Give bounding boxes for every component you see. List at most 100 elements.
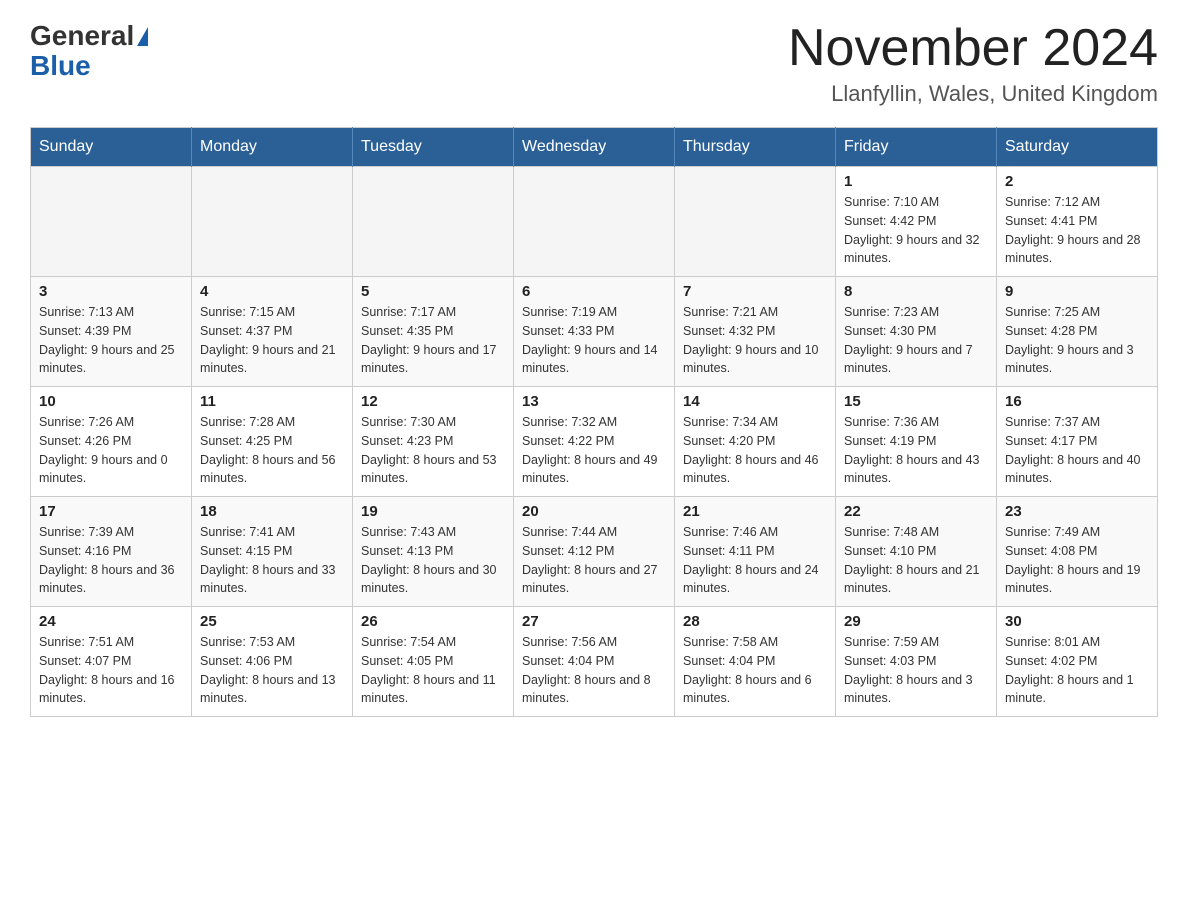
- day-number: 24: [39, 613, 183, 630]
- calendar-cell: 5 Sunrise: 7:17 AMSunset: 4:35 PMDaylight…: [353, 277, 514, 387]
- day-number: 27: [522, 613, 666, 630]
- day-number: 21: [683, 503, 827, 520]
- day-info: Sunrise: 8:01 AMSunset: 4:02 PMDaylight:…: [1005, 633, 1149, 708]
- calendar-cell: 21 Sunrise: 7:46 AMSunset: 4:11 PMDayligh…: [675, 497, 836, 607]
- day-number: 17: [39, 503, 183, 520]
- calendar-cell: 13 Sunrise: 7:32 AMSunset: 4:22 PMDayligh…: [514, 387, 675, 497]
- title-area: November 2024 Llanfyllin, Wales, United …: [788, 20, 1158, 107]
- logo-blue-part: Blue: [30, 50, 91, 82]
- day-info: Sunrise: 7:36 AMSunset: 4:19 PMDaylight:…: [844, 413, 988, 488]
- day-number: 14: [683, 393, 827, 410]
- calendar-cell: 8Sunrise: 7:23 AMSunset: 4:30 PMDaylight…: [836, 277, 997, 387]
- calendar-cell: [353, 167, 514, 277]
- calendar-cell: 23 Sunrise: 7:49 AMSunset: 4:08 PMDayligh…: [997, 497, 1158, 607]
- day-info: Sunrise: 7:32 AMSunset: 4:22 PMDaylight:…: [522, 413, 666, 488]
- day-info: Sunrise: 7:37 AMSunset: 4:17 PMDaylight:…: [1005, 413, 1149, 488]
- calendar-cell: 18 Sunrise: 7:41 AMSunset: 4:15 PMDayligh…: [192, 497, 353, 607]
- calendar-cell: 7 Sunrise: 7:21 AMSunset: 4:32 PMDaylight…: [675, 277, 836, 387]
- calendar-week-row: 10 Sunrise: 7:26 AMSunset: 4:26 PMDayligh…: [31, 387, 1158, 497]
- weekday-header-monday: Monday: [192, 128, 353, 167]
- day-number: 5: [361, 283, 505, 300]
- calendar-cell: [514, 167, 675, 277]
- day-info: Sunrise: 7:28 AMSunset: 4:25 PMDaylight:…: [200, 413, 344, 488]
- day-number: 4: [200, 283, 344, 300]
- calendar-cell: 30 Sunrise: 8:01 AMSunset: 4:02 PMDayligh…: [997, 607, 1158, 717]
- day-number: 19: [361, 503, 505, 520]
- calendar-cell: 10 Sunrise: 7:26 AMSunset: 4:26 PMDayligh…: [31, 387, 192, 497]
- day-info: Sunrise: 7:10 AMSunset: 4:42 PMDaylight:…: [844, 193, 988, 268]
- day-number: 26: [361, 613, 505, 630]
- calendar-cell: 9 Sunrise: 7:25 AMSunset: 4:28 PMDaylight…: [997, 277, 1158, 387]
- day-number: 23: [1005, 503, 1149, 520]
- calendar-header-row: SundayMondayTuesdayWednesdayThursdayFrid…: [31, 128, 1158, 167]
- day-number: 9: [1005, 283, 1149, 300]
- day-info: Sunrise: 7:17 AMSunset: 4:35 PMDaylight:…: [361, 303, 505, 378]
- logo-general-part: General: [30, 20, 134, 52]
- calendar-table: SundayMondayTuesdayWednesdayThursdayFrid…: [30, 127, 1158, 717]
- day-info: Sunrise: 7:49 AMSunset: 4:08 PMDaylight:…: [1005, 523, 1149, 598]
- calendar-cell: [675, 167, 836, 277]
- day-number: 28: [683, 613, 827, 630]
- calendar-title: November 2024: [788, 20, 1158, 77]
- day-number: 30: [1005, 613, 1149, 630]
- calendar-cell: 1 Sunrise: 7:10 AMSunset: 4:42 PMDaylight…: [836, 167, 997, 277]
- day-info: Sunrise: 7:39 AMSunset: 4:16 PMDaylight:…: [39, 523, 183, 598]
- day-info: Sunrise: 7:12 AMSunset: 4:41 PMDaylight:…: [1005, 193, 1149, 268]
- day-number: 13: [522, 393, 666, 410]
- day-info: Sunrise: 7:53 AMSunset: 4:06 PMDaylight:…: [200, 633, 344, 708]
- day-number: 25: [200, 613, 344, 630]
- weekday-header-sunday: Sunday: [31, 128, 192, 167]
- calendar-cell: 26 Sunrise: 7:54 AMSunset: 4:05 PMDayligh…: [353, 607, 514, 717]
- day-number: 11: [200, 393, 344, 410]
- calendar-cell: 19 Sunrise: 7:43 AMSunset: 4:13 PMDayligh…: [353, 497, 514, 607]
- calendar-cell: 28 Sunrise: 7:58 AMSunset: 4:04 PMDayligh…: [675, 607, 836, 717]
- day-number: 10: [39, 393, 183, 410]
- calendar-cell: 17 Sunrise: 7:39 AMSunset: 4:16 PMDayligh…: [31, 497, 192, 607]
- weekday-header-tuesday: Tuesday: [353, 128, 514, 167]
- calendar-cell: 6 Sunrise: 7:19 AMSunset: 4:33 PMDaylight…: [514, 277, 675, 387]
- day-info: Sunrise: 7:43 AMSunset: 4:13 PMDaylight:…: [361, 523, 505, 598]
- day-info: Sunrise: 7:54 AMSunset: 4:05 PMDaylight:…: [361, 633, 505, 708]
- calendar-cell: 3 Sunrise: 7:13 AMSunset: 4:39 PMDaylight…: [31, 277, 192, 387]
- day-info: Sunrise: 7:25 AMSunset: 4:28 PMDaylight:…: [1005, 303, 1149, 378]
- calendar-cell: [31, 167, 192, 277]
- day-info: Sunrise: 7:48 AMSunset: 4:10 PMDaylight:…: [844, 523, 988, 598]
- day-number: 18: [200, 503, 344, 520]
- header: General Blue November 2024 Llanfyllin, W…: [30, 20, 1158, 107]
- calendar-week-row: 3 Sunrise: 7:13 AMSunset: 4:39 PMDaylight…: [31, 277, 1158, 387]
- day-number: 15: [844, 393, 988, 410]
- day-number: 12: [361, 393, 505, 410]
- day-number: 7: [683, 283, 827, 300]
- calendar-cell: 22Sunrise: 7:48 AMSunset: 4:10 PMDayligh…: [836, 497, 997, 607]
- calendar-cell: 11 Sunrise: 7:28 AMSunset: 4:25 PMDayligh…: [192, 387, 353, 497]
- weekday-header-saturday: Saturday: [997, 128, 1158, 167]
- logo-row1: General: [30, 20, 148, 52]
- day-info: Sunrise: 7:34 AMSunset: 4:20 PMDaylight:…: [683, 413, 827, 488]
- calendar-cell: 20Sunrise: 7:44 AMSunset: 4:12 PMDayligh…: [514, 497, 675, 607]
- day-info: Sunrise: 7:41 AMSunset: 4:15 PMDaylight:…: [200, 523, 344, 598]
- calendar-cell: 2 Sunrise: 7:12 AMSunset: 4:41 PMDaylight…: [997, 167, 1158, 277]
- calendar-cell: [192, 167, 353, 277]
- day-number: 1: [844, 173, 988, 190]
- day-info: Sunrise: 7:58 AMSunset: 4:04 PMDaylight:…: [683, 633, 827, 708]
- day-number: 6: [522, 283, 666, 300]
- day-info: Sunrise: 7:13 AMSunset: 4:39 PMDaylight:…: [39, 303, 183, 378]
- day-info: Sunrise: 7:19 AMSunset: 4:33 PMDaylight:…: [522, 303, 666, 378]
- calendar-cell: 16Sunrise: 7:37 AMSunset: 4:17 PMDayligh…: [997, 387, 1158, 497]
- day-number: 2: [1005, 173, 1149, 190]
- weekday-header-friday: Friday: [836, 128, 997, 167]
- day-info: Sunrise: 7:46 AMSunset: 4:11 PMDaylight:…: [683, 523, 827, 598]
- calendar-week-row: 17 Sunrise: 7:39 AMSunset: 4:16 PMDayligh…: [31, 497, 1158, 607]
- day-info: Sunrise: 7:21 AMSunset: 4:32 PMDaylight:…: [683, 303, 827, 378]
- day-info: Sunrise: 7:26 AMSunset: 4:26 PMDaylight:…: [39, 413, 183, 488]
- day-info: Sunrise: 7:23 AMSunset: 4:30 PMDaylight:…: [844, 303, 988, 378]
- calendar-cell: 27 Sunrise: 7:56 AMSunset: 4:04 PMDayligh…: [514, 607, 675, 717]
- calendar-week-row: 24Sunrise: 7:51 AMSunset: 4:07 PMDayligh…: [31, 607, 1158, 717]
- calendar-cell: 25 Sunrise: 7:53 AMSunset: 4:06 PMDayligh…: [192, 607, 353, 717]
- logo-triangle-icon: [137, 27, 148, 46]
- day-number: 3: [39, 283, 183, 300]
- calendar-cell: 14 Sunrise: 7:34 AMSunset: 4:20 PMDayligh…: [675, 387, 836, 497]
- day-info: Sunrise: 7:56 AMSunset: 4:04 PMDaylight:…: [522, 633, 666, 708]
- calendar-week-row: 1 Sunrise: 7:10 AMSunset: 4:42 PMDaylight…: [31, 167, 1158, 277]
- calendar-subtitle: Llanfyllin, Wales, United Kingdom: [788, 81, 1158, 107]
